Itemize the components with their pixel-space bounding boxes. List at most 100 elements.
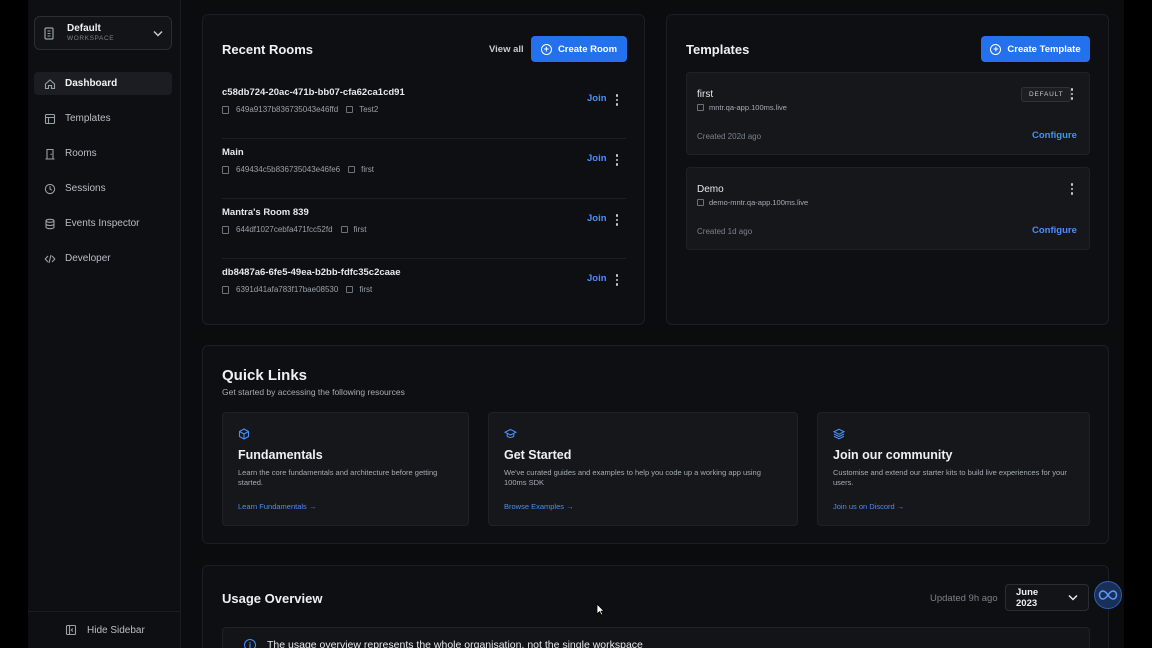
info-icon: i [244,639,256,648]
usage-overview-title: Usage Overview [222,591,323,606]
default-badge: DEFAULT [1021,87,1072,102]
room-id: 649434c5b836735043e46fe6 [236,165,341,174]
sidebar-item-label: Developer [65,253,111,264]
hide-sidebar-button[interactable]: Hide Sidebar [28,611,181,648]
templates-card: Templates + Create Template first mntr.q… [666,14,1109,325]
template-name: Demo [697,184,724,195]
room-template: Test2 [359,105,379,114]
configure-button[interactable]: Configure [1032,130,1077,141]
usage-info-banner: i The usage overview represents the whol… [222,627,1090,648]
sidebar-item-sessions[interactable]: Sessions [34,177,172,200]
template-card[interactable]: Demo demo-mntr.qa-app.100ms.live Created… [686,167,1090,250]
sidebar-item-label: Events Inspector [65,218,140,229]
sidebar-item-templates[interactable]: Templates [34,107,172,130]
join-button[interactable]: Join [587,93,607,104]
more-options-icon[interactable] [613,274,621,286]
plus-circle-icon: + [540,43,552,55]
more-options-icon[interactable] [613,154,621,166]
door-icon [222,105,229,114]
quick-link-desc: We've curated guides and examples to hel… [504,468,761,487]
usage-note-text: The usage overview represents the whole … [267,639,643,648]
template-domain-text: demo-mntr.qa-app.100ms.live [709,198,809,207]
view-all-link[interactable]: View all [489,44,524,55]
quick-links-title: Quick Links [222,367,308,384]
sidebar-item-developer[interactable]: Developer [34,247,172,270]
door-icon [222,225,229,234]
join-discord-link[interactable]: Join us on Discord → [833,502,904,511]
create-template-label: Create Template [1007,43,1081,55]
home-icon [44,78,56,90]
room-name: Mantra's Room 839 [222,207,309,218]
door-icon [44,148,56,160]
room-id: 644df1027cebfa471fcc52fd [236,225,333,234]
template-card[interactable]: first mntr.qa-app.100ms.live DEFAULT Cre… [686,72,1090,155]
more-options-icon[interactable] [1068,88,1076,100]
template-icon [346,286,354,293]
recent-rooms-card: Recent Rooms View all + Create Room c58d… [202,14,645,325]
database-icon [44,218,56,230]
globe-icon [697,199,704,206]
configure-button[interactable]: Configure [1032,225,1077,236]
sidebar-collapse-icon [65,624,77,636]
learn-fundamentals-link[interactable]: Learn Fundamentals → [238,502,316,511]
room-meta: 649a9137b836735043e46ffd Test2 [222,105,378,114]
template-created: Created 202d ago [697,132,762,141]
template-domain: mntr.qa-app.100ms.live [697,103,787,112]
template-name: first [697,89,714,100]
templates-title: Templates [686,42,750,57]
sidebar-item-label: Rooms [65,148,97,159]
door-icon [222,165,229,174]
template-domain-text: mntr.qa-app.100ms.live [709,103,787,112]
quick-link-title: Get Started [504,448,572,462]
quick-link-title: Join our community [833,448,953,462]
recent-rooms-title: Recent Rooms [222,42,314,57]
more-options-icon[interactable] [1068,183,1076,195]
sidebar-item-dashboard[interactable]: Dashboard [34,72,172,95]
layers-icon [832,427,846,445]
sidebar-item-events-inspector[interactable]: Events Inspector [34,212,172,235]
workspace-switcher[interactable]: Default WORKSPACE [34,16,172,50]
building-icon [43,26,57,40]
clock-icon [44,183,56,195]
quick-link-community[interactable]: Join our community Customise and extend … [817,412,1090,526]
infinity-logo-icon [1098,589,1118,601]
help-widget-button[interactable] [1094,581,1122,609]
more-options-icon[interactable] [613,94,621,106]
room-template: first [361,165,374,174]
create-template-button[interactable]: + Create Template [981,36,1090,62]
join-button[interactable]: Join [587,213,607,224]
hide-sidebar-label: Hide Sidebar [87,624,145,636]
room-id: 649a9137b836735043e46ffd [236,105,339,114]
quick-link-fundamentals[interactable]: Fundamentals Learn the core fundamentals… [222,412,469,526]
room-row[interactable]: c58db724-20ac-471b-bb07-cfa62ca1cd91 649… [222,79,626,139]
sidebar-item-rooms[interactable]: Rooms [34,142,172,165]
chevron-down-icon [153,30,163,37]
quick-link-get-started[interactable]: Get Started We've curated guides and exa… [488,412,798,526]
template-icon [346,106,354,113]
mouse-cursor-icon [596,603,605,621]
join-button[interactable]: Join [587,273,607,284]
globe-icon [697,104,704,111]
chevron-down-icon [1068,594,1078,601]
code-icon [44,253,56,265]
sidebar-nav: Dashboard Templates Rooms Sessions Event… [34,72,172,282]
template-domain: demo-mntr.qa-app.100ms.live [697,198,808,207]
room-meta: 644df1027cebfa471fcc52fd first [222,225,366,234]
room-template: first [359,285,373,294]
template-icon [340,226,348,233]
sidebar-item-label: Templates [65,113,111,124]
room-row[interactable]: db8487a6-6fe5-49ea-b2bb-fdfc35c2caae 639… [222,259,626,319]
browse-examples-link[interactable]: Browse Examples → [504,502,574,511]
room-row[interactable]: Mantra's Room 839 644df1027cebfa471fcc52… [222,199,626,259]
join-button[interactable]: Join [587,153,607,164]
month-select[interactable]: June 2023 [1005,584,1089,611]
month-value: June 2023 [1016,586,1039,609]
graduation-cap-icon [503,427,518,445]
create-room-button[interactable]: + Create Room [531,36,627,62]
template-created: Created 1d ago [697,227,753,236]
room-row[interactable]: Main 649434c5b836735043e46fe6 first Join [222,139,626,199]
quick-link-desc: Customise and extend our starter kits to… [833,468,1067,487]
sidebar-item-label: Sessions [65,183,106,194]
template-icon [44,113,56,125]
more-options-icon[interactable] [613,214,621,226]
